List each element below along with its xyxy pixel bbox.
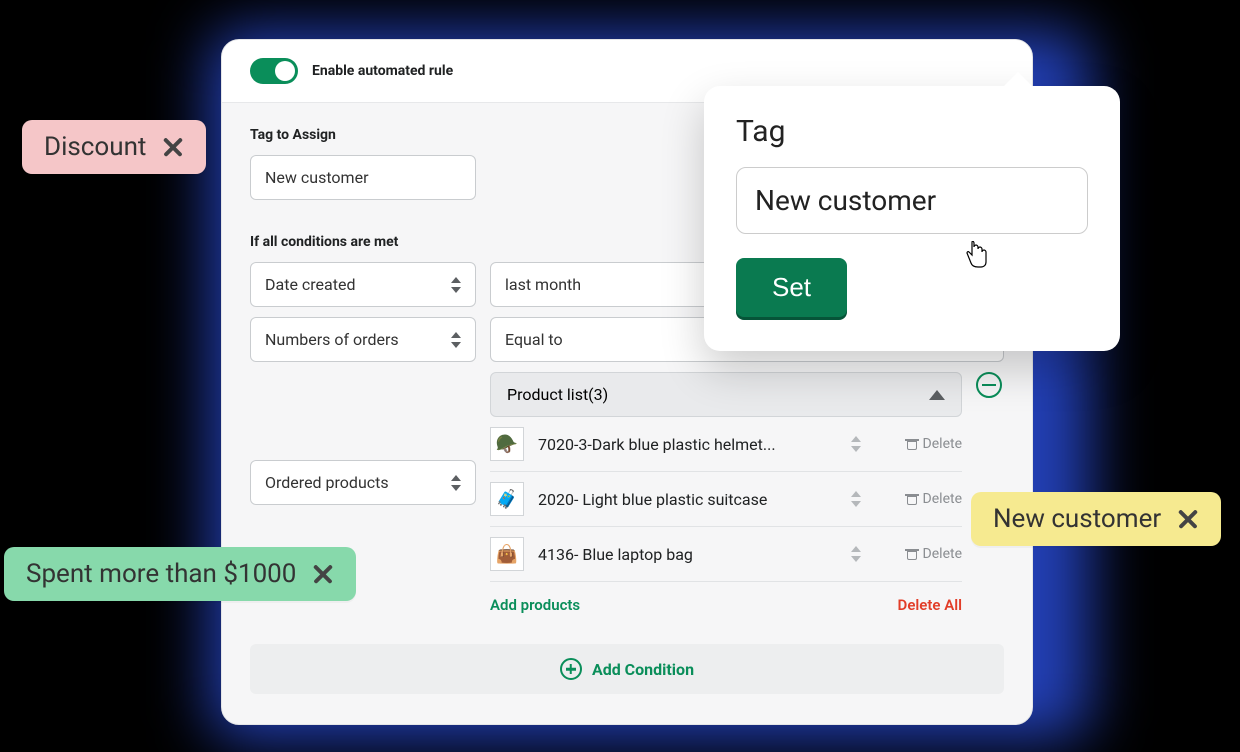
close-icon[interactable] [162,136,184,158]
tag-popover: Tag New customer Set [704,86,1120,351]
rule-field-select[interactable]: Date created [250,262,476,307]
stepper-icon [451,276,461,294]
product-name: 2020- Light blue plastic suitcase [538,490,837,509]
chip-spent[interactable]: Spent more than $1000 [4,547,356,601]
delete-all-link[interactable]: Delete All [898,596,962,614]
tag-assign-value: New customer [265,168,368,187]
remove-rule-button[interactable] [976,372,1002,398]
add-products-link[interactable]: Add products [490,596,580,614]
product-list: 🪖 7020-3-Dark blue plastic helmet... Del… [490,417,962,588]
enable-rule-toggle[interactable] [250,58,298,84]
sort-icon[interactable] [851,490,861,508]
delete-product-button[interactable]: Delete [905,491,962,507]
delete-product-button[interactable]: Delete [905,546,962,562]
add-condition-button[interactable]: Add Condition [250,644,1004,694]
plus-circle-icon [560,658,582,680]
delete-product-button[interactable]: Delete [905,436,962,452]
trash-icon [905,437,919,451]
rule-field-value: Numbers of orders [265,330,399,349]
product-name: 4136- Blue laptop bag [538,545,837,564]
sort-icon[interactable] [851,545,861,563]
product-thumb: 🪖 [490,427,524,461]
delete-label: Delete [923,546,962,562]
chip-label: Spent more than $1000 [26,559,296,589]
remove-rule-slot [976,372,1004,398]
product-name: 7020-3-Dark blue plastic helmet... [538,435,837,454]
rule-field-value: Date created [265,275,355,294]
stepper-icon [451,331,461,349]
delete-label: Delete [923,491,962,507]
trash-icon [905,547,919,561]
rule-value: last month [505,275,581,294]
product-thumb: 👜 [490,537,524,571]
stepper-icon [451,474,461,492]
rule-value: Equal to [505,330,563,349]
delete-label: Delete [923,436,962,452]
rule-field-select[interactable]: Ordered products [250,460,476,505]
product-list-label: Product list(3) [507,385,608,404]
popover-tag-input[interactable]: New customer [736,167,1088,234]
enable-rule-label: Enable automated rule [312,63,453,79]
add-condition-label: Add Condition [592,660,694,679]
tag-assign-input[interactable]: New customer [250,155,476,200]
popover-set-button[interactable]: Set [736,258,847,317]
trash-icon [905,492,919,506]
product-row: 🪖 7020-3-Dark blue plastic helmet... Del… [490,417,962,472]
rule-field-value: Ordered products [265,473,389,492]
popover-title: Tag [736,114,1088,149]
chip-discount[interactable]: Discount [22,120,206,174]
rule-field-select[interactable]: Numbers of orders [250,317,476,362]
popover-tag-value: New customer [755,184,936,217]
chip-label: Discount [44,132,146,162]
product-thumb: 🧳 [490,482,524,516]
product-actions-row: Add products Delete All [490,588,962,630]
close-icon[interactable] [312,563,334,585]
close-icon[interactable] [1177,508,1199,530]
product-rule-right-col: Product list(3) 🪖 7020-3-Dark blue plast… [490,372,962,630]
product-row: 🧳 2020- Light blue plastic suitcase Dele… [490,472,962,527]
sort-icon[interactable] [851,435,861,453]
product-list-accordion[interactable]: Product list(3) [490,372,962,417]
product-rule-left-col: Ordered products [250,372,476,505]
product-row: 👜 4136- Blue laptop bag Delete [490,527,962,582]
chip-label: New customer [993,504,1161,534]
chevron-up-icon [929,390,945,400]
chip-new-customer[interactable]: New customer [971,492,1221,546]
